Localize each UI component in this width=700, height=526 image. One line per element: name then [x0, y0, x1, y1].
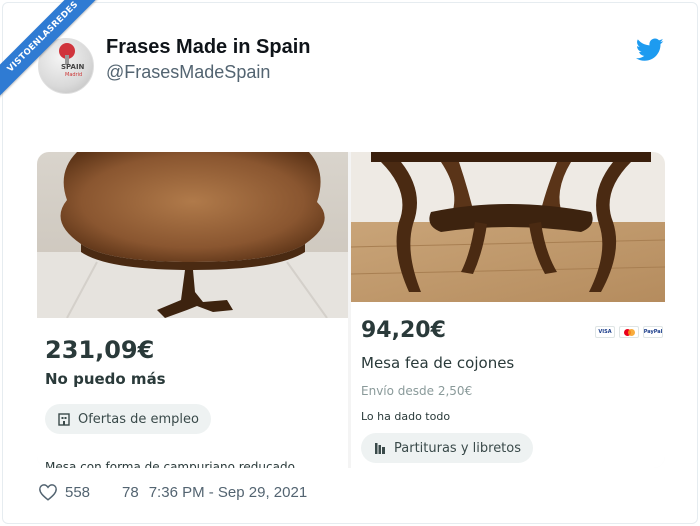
- building-icon: [58, 413, 70, 426]
- category-chip[interactable]: Ofertas de empleo: [45, 404, 211, 434]
- user-handle[interactable]: @FrasesMadeSpain: [106, 62, 270, 83]
- books-icon: [375, 443, 385, 454]
- shipping-info: Envío desde 2,50€: [361, 384, 473, 398]
- mastercard-icon: [619, 326, 639, 338]
- visa-icon: VISA: [595, 326, 615, 338]
- category-chip[interactable]: Partituras y libretos: [361, 433, 534, 463]
- chip-label: Partituras y libretos: [394, 440, 522, 456]
- table-photo-right: [351, 152, 665, 302]
- chip-label: Ofertas de empleo: [78, 411, 199, 427]
- listing-left[interactable]: 231,09€ No puedo más Ofertas de empleo M…: [37, 152, 348, 468]
- watermark-ribbon: VISTOENLASREDES: [0, 0, 110, 110]
- tweet-timestamp[interactable]: 7:36 PM - Sep 29, 2021: [149, 484, 307, 501]
- like-count[interactable]: 558: [65, 484, 90, 501]
- listing-title: Mesa fea de cojones: [361, 354, 515, 372]
- tweet-footer: 558 78 7:36 PM - Sep 29, 2021: [38, 481, 307, 503]
- paypal-icon: PayPal: [643, 326, 663, 338]
- display-name[interactable]: Frases Made in Spain: [106, 36, 311, 59]
- table-photo-left: [37, 152, 348, 318]
- listing-note: Lo ha dado todo: [361, 410, 451, 423]
- heart-icon[interactable]: [38, 483, 58, 501]
- listing-title: No puedo más: [45, 370, 166, 388]
- listing-right[interactable]: 94,20€ VISA PayPal Mesa fea de cojones E…: [351, 152, 665, 468]
- mastercard-circle-orange: [628, 329, 635, 336]
- tweet-media[interactable]: 231,09€ No puedo más Ofertas de empleo M…: [37, 152, 665, 468]
- twitter-bird-icon[interactable]: [636, 38, 664, 62]
- listing-description: Mesa con forma de campuriano reducado: [45, 460, 295, 468]
- watermark-text: VISTOENLASREDES: [0, 0, 110, 105]
- reply-count[interactable]: 78: [122, 484, 139, 501]
- payment-methods: VISA PayPal: [595, 326, 663, 338]
- listing-price: 231,09€: [45, 336, 155, 364]
- listing-price: 94,20€: [361, 318, 446, 343]
